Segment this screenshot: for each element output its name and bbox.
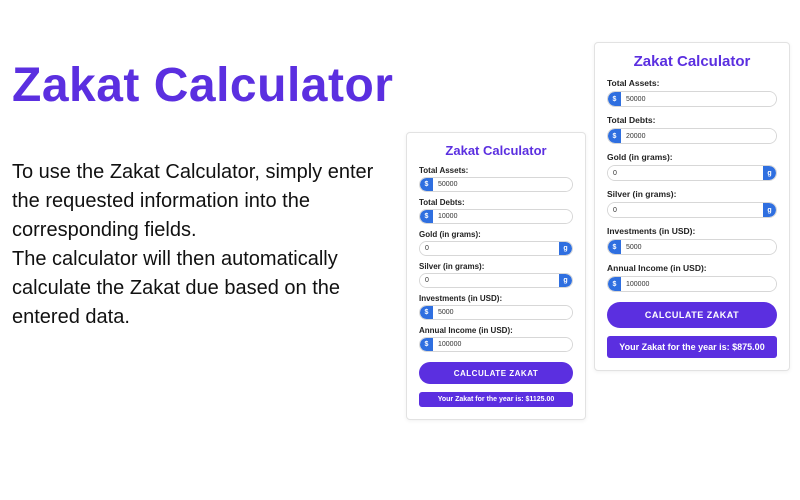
assets-label: Total Assets: bbox=[607, 78, 777, 88]
currency-prefix-icon: $ bbox=[608, 92, 621, 106]
silver-value: 0 bbox=[608, 203, 763, 217]
investments-input[interactable]: $ 5000 bbox=[607, 239, 777, 255]
assets-value: 50000 bbox=[621, 92, 776, 106]
income-input[interactable]: $ 100000 bbox=[419, 337, 573, 352]
investments-value: 5000 bbox=[621, 240, 776, 254]
investments-input[interactable]: $ 5000 bbox=[419, 305, 573, 320]
income-value: 100000 bbox=[433, 338, 572, 351]
currency-prefix-icon: $ bbox=[608, 277, 621, 291]
debts-label: Total Debts: bbox=[607, 115, 777, 125]
gold-input[interactable]: 0 g bbox=[607, 165, 777, 181]
currency-prefix-icon: $ bbox=[420, 178, 433, 191]
currency-prefix-icon: $ bbox=[420, 338, 433, 351]
debts-label: Total Debts: bbox=[419, 198, 573, 207]
debts-input[interactable]: $ 10000 bbox=[419, 209, 573, 224]
calculator-card-small: Zakat Calculator Total Assets: $ 50000 T… bbox=[406, 132, 586, 420]
silver-label: Silver (in grams): bbox=[419, 262, 573, 271]
currency-prefix-icon: $ bbox=[420, 210, 433, 223]
zakat-result: Your Zakat for the year is: $875.00 bbox=[607, 336, 777, 358]
currency-prefix-icon: $ bbox=[608, 129, 621, 143]
assets-label: Total Assets: bbox=[419, 166, 573, 175]
silver-value: 0 bbox=[420, 274, 559, 287]
income-input[interactable]: $ 100000 bbox=[607, 276, 777, 292]
income-label: Annual Income (in USD): bbox=[607, 263, 777, 273]
gold-value: 0 bbox=[608, 166, 763, 180]
page-description: To use the Zakat Calculator, simply ente… bbox=[12, 158, 402, 332]
grams-suffix-icon: g bbox=[763, 203, 776, 217]
grams-suffix-icon: g bbox=[763, 166, 776, 180]
investments-label: Investments (in USD): bbox=[607, 226, 777, 236]
gold-input[interactable]: 0 g bbox=[419, 241, 573, 256]
silver-input[interactable]: 0 g bbox=[607, 202, 777, 218]
income-value: 100000 bbox=[621, 277, 776, 291]
calculator-card-large: Zakat Calculator Total Assets: $ 50000 T… bbox=[594, 42, 790, 371]
page-title: Zakat Calculator bbox=[12, 58, 393, 113]
debts-value: 10000 bbox=[433, 210, 572, 223]
currency-prefix-icon: $ bbox=[608, 240, 621, 254]
calculate-zakat-button[interactable]: CALCULATE ZAKAT bbox=[607, 302, 777, 328]
card-title: Zakat Calculator bbox=[419, 143, 573, 158]
income-label: Annual Income (in USD): bbox=[419, 326, 573, 335]
silver-label: Silver (in grams): bbox=[607, 189, 777, 199]
silver-input[interactable]: 0 g bbox=[419, 273, 573, 288]
gold-label: Gold (in grams): bbox=[419, 230, 573, 239]
gold-label: Gold (in grams): bbox=[607, 152, 777, 162]
currency-prefix-icon: $ bbox=[420, 306, 433, 319]
assets-value: 50000 bbox=[433, 178, 572, 191]
assets-input[interactable]: $ 50000 bbox=[607, 91, 777, 107]
card-title: Zakat Calculator bbox=[607, 53, 777, 70]
grams-suffix-icon: g bbox=[559, 274, 572, 287]
assets-input[interactable]: $ 50000 bbox=[419, 177, 573, 192]
investments-value: 5000 bbox=[433, 306, 572, 319]
debts-input[interactable]: $ 20000 bbox=[607, 128, 777, 144]
debts-value: 20000 bbox=[621, 129, 776, 143]
zakat-result: Your Zakat for the year is: $1125.00 bbox=[419, 392, 573, 407]
calculate-zakat-button[interactable]: CALCULATE ZAKAT bbox=[419, 362, 573, 384]
gold-value: 0 bbox=[420, 242, 559, 255]
investments-label: Investments (in USD): bbox=[419, 294, 573, 303]
grams-suffix-icon: g bbox=[559, 242, 572, 255]
